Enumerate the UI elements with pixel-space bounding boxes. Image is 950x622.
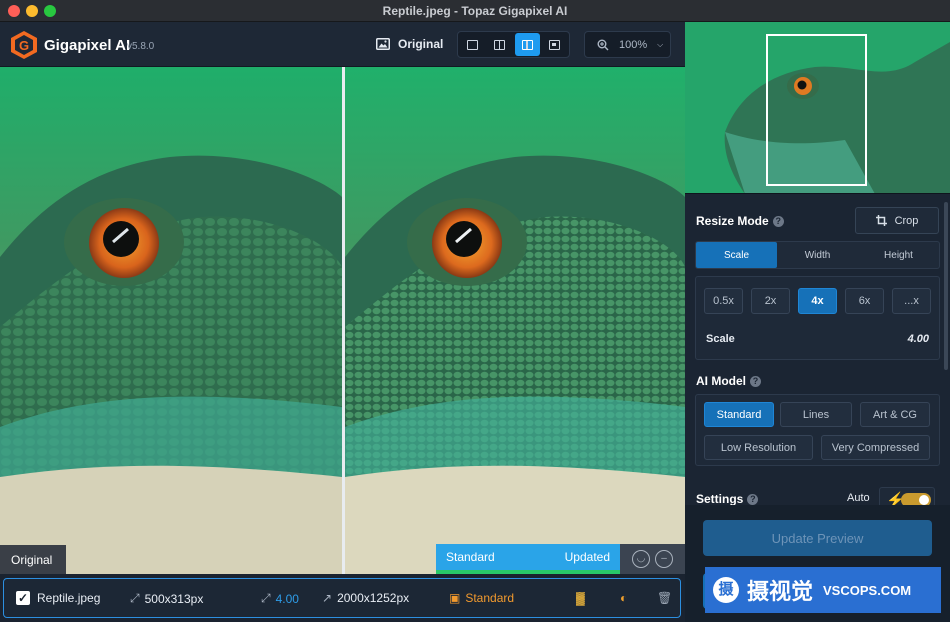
update-preview-button[interactable]: Update Preview (703, 520, 932, 556)
model-lines-button[interactable]: Lines (780, 402, 852, 427)
help-icon[interactable]: ? (772, 216, 784, 227)
output-size-text: 2000x1252px (337, 591, 410, 605)
scale-info: ⤢ 4.00 (261, 591, 299, 606)
file-queue: ✓ Reptile.jpeg ⤢ 500x313px ⤢ 4.00 ↗ 2000x12… (0, 574, 685, 622)
single-view-icon (467, 39, 479, 50)
feedback-group: ◡ – (620, 544, 685, 574)
zoom-level: 100% (619, 38, 648, 51)
model-art-cg-button[interactable]: Art & CG (860, 402, 930, 427)
output-size-icon: ↗ (322, 591, 333, 605)
preview-image-pane[interactable] (345, 67, 685, 574)
view-mode-group (457, 31, 570, 58)
resize-mode-tabs: Scale Width Height (695, 241, 940, 269)
ai-model-label: AI Model (696, 374, 746, 388)
compare-view-button[interactable] (542, 33, 567, 56)
scale-custom-button[interactable]: ...x (892, 288, 931, 314)
app-name: Gigapixel AI (44, 37, 131, 54)
neutral-face-icon[interactable]: – (655, 550, 673, 568)
title-bar: Reptile.jpeg - Topaz Gigapixel AI (0, 0, 950, 22)
panel-scrollbar[interactable] (944, 202, 948, 370)
side-by-side-view-button[interactable] (514, 33, 540, 56)
model-icon: ▣ (449, 591, 461, 605)
chevron-down-icon: ⌵ (657, 39, 664, 49)
expand-icon: ⤢ (261, 591, 271, 605)
model-very-compressed-button[interactable]: Very Compressed (821, 435, 930, 460)
crop-label: Crop (894, 214, 919, 227)
auto-label: Auto (847, 492, 870, 504)
window-title: Reptile.jpeg - Topaz Gigapixel AI (382, 4, 568, 18)
happy-face-icon[interactable]: ◡ (632, 550, 650, 568)
gigapixel-logo-icon: G (11, 31, 37, 59)
split-view-button[interactable] (487, 33, 512, 56)
image-icon (376, 38, 390, 50)
compare-view-icon (548, 39, 560, 50)
color-correction-icon[interactable]: ◐ (620, 591, 627, 605)
file-row[interactable]: ✓ Reptile.jpeg ⤢ 500x313px ⤢ 4.00 ↗ 2000x12… (3, 578, 681, 618)
crop-button[interactable]: Crop (855, 207, 939, 234)
svg-text:G: G (19, 38, 29, 53)
zoom-icon (597, 39, 609, 50)
resize-mode-heading: Resize Mode? (696, 214, 784, 228)
original-tag: Original (0, 545, 66, 574)
zoom-control[interactable]: 100% ⌵ (584, 31, 671, 58)
tab-width[interactable]: Width (777, 242, 858, 268)
navigator-preview[interactable] (685, 22, 950, 194)
single-view-button[interactable] (460, 33, 485, 56)
original-label: Original (398, 37, 444, 51)
preview-status-bar: Standard Updated (436, 544, 620, 574)
input-size-text: 500x313px (144, 591, 204, 606)
model-info: ▣ Standard (449, 591, 514, 605)
scale-info-text: 4.00 (275, 591, 299, 606)
input-size: ⤢ 500x313px (130, 591, 203, 606)
app-version: v5.8.0 (127, 41, 155, 52)
show-original-button[interactable]: Original (376, 34, 443, 54)
trash-icon[interactable]: 🗑 (657, 591, 672, 605)
scale-0-5x-button[interactable]: 0.5x (704, 288, 743, 314)
face-refinement-icon[interactable]: ▓ (576, 591, 585, 605)
settings-panel: Resize Mode? Crop Scale Width Height 0.5… (685, 194, 950, 622)
app-window: Reptile.jpeg - Topaz Gigapixel AI G Giga… (0, 0, 950, 622)
model-standard-button[interactable]: Standard (704, 402, 774, 427)
status-state-label: Updated (564, 550, 610, 564)
scale-value-field[interactable]: 4.00 (908, 333, 929, 345)
scale-2x-button[interactable]: 2x (751, 288, 790, 314)
scale-6x-button[interactable]: 6x (845, 288, 884, 314)
tab-height[interactable]: Height (858, 242, 939, 268)
settings-heading: Settings? (696, 492, 759, 506)
watermark-cn-text: 摄视觉 (747, 579, 814, 604)
file-checkbox[interactable]: ✓ (16, 591, 30, 605)
tab-scale[interactable]: Scale (696, 242, 777, 268)
scale-4x-button[interactable]: 4x (798, 288, 837, 314)
model-low-resolution-button[interactable]: Low Resolution (704, 435, 813, 460)
watermark-logo-icon: 摄 (713, 577, 739, 603)
status-model-label: Standard (446, 550, 495, 564)
file-name-text: Reptile.jpeg (37, 591, 101, 605)
watermark: 摄 摄视觉 VSCOPS.COM (705, 567, 941, 613)
input-size-icon: ⤢ (130, 591, 140, 605)
resize-mode-label: Resize Mode (696, 214, 769, 228)
settings-label: Settings (696, 492, 744, 506)
ai-model-box: Standard Lines Art & CG Low Resolution V… (695, 394, 940, 466)
original-image-pane[interactable] (0, 67, 342, 574)
scale-options-box: 0.5x 2x 4x 6x ...x Scale 4.00 (695, 276, 940, 360)
scale-label: Scale (706, 333, 735, 345)
navigator-thumbnail (685, 22, 950, 193)
watermark-en-text: VSCOPS.COM (823, 582, 912, 598)
help-icon[interactable]: ? (747, 494, 759, 505)
crop-icon (875, 215, 887, 226)
top-toolbar: G Gigapixel AI v5.8.0 Original 100% ⌵ (0, 22, 685, 67)
file-name: Reptile.jpeg (37, 591, 100, 605)
reptile-original-image (0, 67, 342, 574)
reptile-upscaled-image (345, 67, 685, 574)
ai-model-heading: AI Model? (696, 374, 761, 388)
model-info-text: Standard (465, 591, 515, 605)
split-view-icon (494, 39, 506, 50)
output-size: ↗ 2000x1252px (322, 591, 409, 605)
side-by-side-icon (521, 39, 533, 50)
help-icon[interactable]: ? (750, 376, 761, 387)
